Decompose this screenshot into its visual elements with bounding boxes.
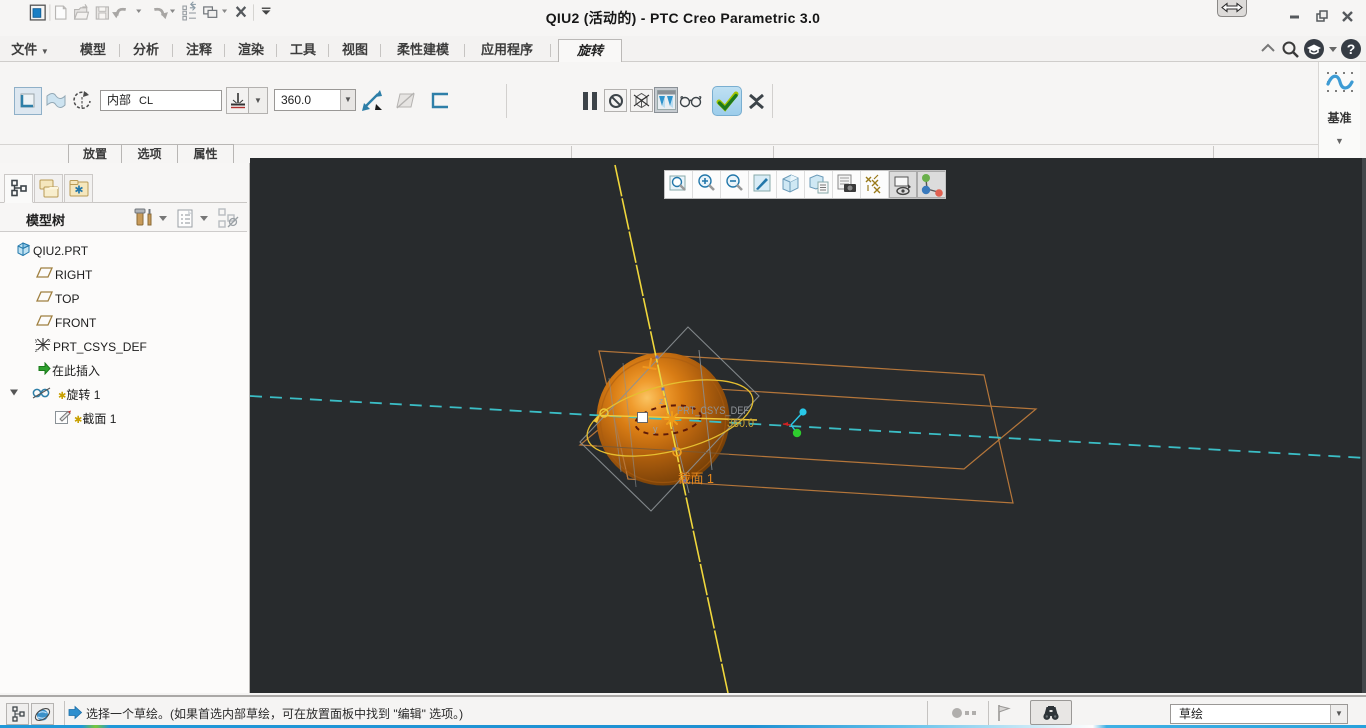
svg-text:360.0: 360.0: [727, 416, 754, 430]
svg-text:截面 1: 截面 1: [678, 471, 714, 486]
svg-text:z: z: [659, 396, 664, 406]
svg-text:z: z: [35, 348, 38, 353]
svg-text:x: x: [48, 338, 51, 344]
svg-text:✱: ✱: [74, 185, 83, 197]
svg-text:?: ?: [1347, 41, 1356, 57]
svg-text:y: y: [653, 424, 658, 434]
svg-text:y: y: [35, 338, 38, 344]
